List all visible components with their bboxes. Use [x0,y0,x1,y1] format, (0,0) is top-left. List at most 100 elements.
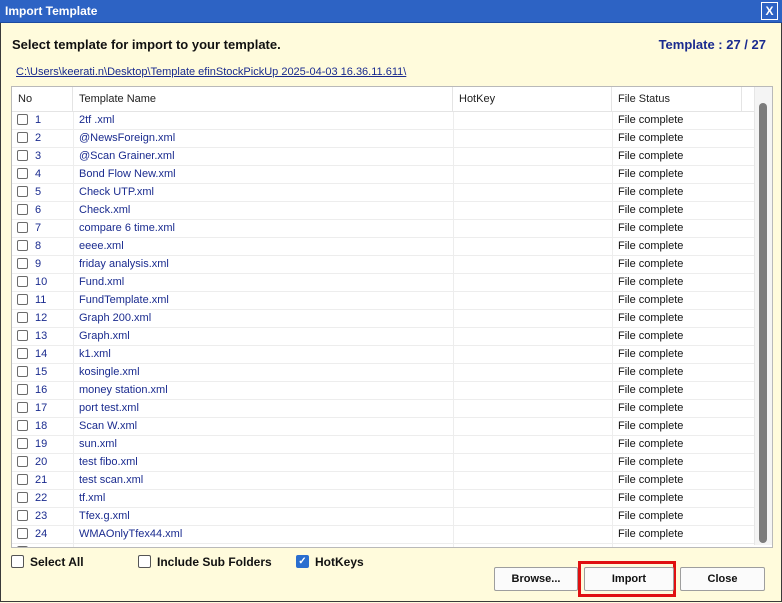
template-name-cell: test fibo.xml [73,454,453,471]
row-checkbox[interactable] [17,186,28,197]
table-row[interactable]: 13 Graph.xml File complete [12,328,754,346]
row-number: 15 [35,366,48,378]
row-checkbox[interactable] [17,150,28,161]
table-row[interactable]: 6 Check.xml File complete [12,202,754,220]
row-checkbox[interactable] [17,114,28,125]
column-header-no[interactable]: No [12,87,73,111]
table-row[interactable]: 24 WMAOnlyTfex44.xml File complete [12,526,754,544]
select-all-checkbox[interactable] [11,555,24,568]
hotkey-cell[interactable] [453,346,612,363]
hotkey-cell[interactable] [453,202,612,219]
hotkey-cell[interactable] [453,220,612,237]
table-row[interactable]: 11 FundTemplate.xml File complete [12,292,754,310]
table-row[interactable]: 23 Tfex.g.xml File complete [12,508,754,526]
row-checkbox[interactable] [17,330,28,341]
row-checkbox[interactable] [17,132,28,143]
table-row[interactable]: 4 Bond Flow New.xml File complete [12,166,754,184]
hotkey-cell[interactable] [453,310,612,327]
vertical-scrollbar[interactable] [754,87,772,545]
hotkey-cell[interactable] [453,148,612,165]
hotkey-cell[interactable] [453,454,612,471]
table-row[interactable]: 9 friday analysis.xml File complete [12,256,754,274]
row-checkbox[interactable] [17,438,28,449]
row-checkbox[interactable] [17,240,28,251]
hotkey-cell[interactable] [453,184,612,201]
hotkey-cell[interactable] [453,292,612,309]
row-checkbox[interactable] [17,276,28,287]
row-checkbox[interactable] [17,204,28,215]
hotkey-cell[interactable] [453,166,612,183]
template-name-cell: Graph 200.xml [73,310,453,327]
row-checkbox[interactable] [17,348,28,359]
hotkeys-checkbox[interactable]: ✓ [296,555,309,568]
table-row[interactable]: 17 port test.xml File complete [12,400,754,418]
table-row[interactable]: 5 Check UTP.xml File complete [12,184,754,202]
table-row[interactable]: 1 2tf .xml File complete [12,112,754,130]
grid-header: No Template Name HotKey File Status [12,87,772,112]
row-checkbox[interactable] [17,510,28,521]
hotkey-cell[interactable] [453,472,612,489]
table-row[interactable]: 10 Fund.xml File complete [12,274,754,292]
hotkey-cell[interactable] [453,130,612,147]
table-row[interactable]: 21 test scan.xml File complete [12,472,754,490]
table-row[interactable]: 3 @Scan Grainer.xml File complete [12,148,754,166]
row-checkbox[interactable] [17,222,28,233]
table-row[interactable]: 19 sun.xml File complete [12,436,754,454]
template-name-cell: port test.xml [73,400,453,417]
hotkey-cell[interactable] [453,364,612,381]
row-checkbox[interactable] [17,366,28,377]
close-button[interactable]: Close [680,567,765,591]
hotkey-cell[interactable] [453,112,612,129]
row-checkbox[interactable] [17,384,28,395]
table-row[interactable]: 22 tf.xml File complete [12,490,754,508]
row-number: 24 [35,528,48,540]
browse-button[interactable]: Browse... [494,567,578,591]
row-checkbox[interactable] [17,168,28,179]
row-number: 25 [35,544,47,547]
scrollbar-thumb[interactable] [759,103,767,543]
hotkey-cell[interactable] [453,256,612,273]
hotkey-cell[interactable] [453,382,612,399]
table-row[interactable]: 14 k1.xml File complete [12,346,754,364]
table-row[interactable]: 12 Graph 200.xml File complete [12,310,754,328]
row-checkbox[interactable] [17,420,28,431]
hotkey-cell[interactable] [453,436,612,453]
import-button[interactable]: Import [584,567,674,591]
row-checkbox[interactable] [17,294,28,305]
hotkey-cell[interactable] [453,526,612,543]
table-row[interactable]: 8 eeee.xml File complete [12,238,754,256]
table-row[interactable]: 15 kosingle.xml File complete [12,364,754,382]
hotkey-cell[interactable] [453,544,612,547]
row-checkbox[interactable] [17,456,28,467]
table-row[interactable]: 2 @NewsForeign.xml File complete [12,130,754,148]
row-checkbox[interactable] [17,474,28,485]
hotkey-cell[interactable] [453,238,612,255]
row-no-cell: 5 [12,184,73,201]
column-header-status[interactable]: File Status [612,87,742,111]
row-checkbox[interactable] [17,528,28,539]
row-checkbox[interactable] [17,312,28,323]
table-row[interactable]: 16 money station.xml File complete [12,382,754,400]
close-window-button[interactable]: X [761,2,778,20]
row-checkbox[interactable] [17,546,28,547]
hotkey-cell[interactable] [453,274,612,291]
column-header-name[interactable]: Template Name [73,87,453,111]
hotkey-cell[interactable] [453,418,612,435]
row-checkbox[interactable] [17,492,28,503]
hotkeys-label: HotKeys [315,555,364,569]
hotkey-cell[interactable] [453,328,612,345]
table-row[interactable]: 20 test fibo.xml File complete [12,454,754,472]
row-checkbox[interactable] [17,258,28,269]
row-checkbox[interactable] [17,402,28,413]
hotkey-cell[interactable] [453,508,612,525]
column-header-hotkey[interactable]: HotKey [453,87,612,111]
table-row[interactable]: 7 compare 6 time.xml File complete [12,220,754,238]
hotkey-cell[interactable] [453,400,612,417]
hotkey-cell[interactable] [453,490,612,507]
table-row[interactable]: 18 Scan W.xml File complete [12,418,754,436]
table-row[interactable]: 25 xd.xml File complete [12,544,754,547]
include-sub-folders-checkbox[interactable] [138,555,151,568]
row-no-cell: 2 [12,130,73,147]
row-no-cell: 11 [12,292,73,309]
folder-path-link[interactable]: C:\Users\keerati.n\Desktop\Template efin… [16,66,406,78]
